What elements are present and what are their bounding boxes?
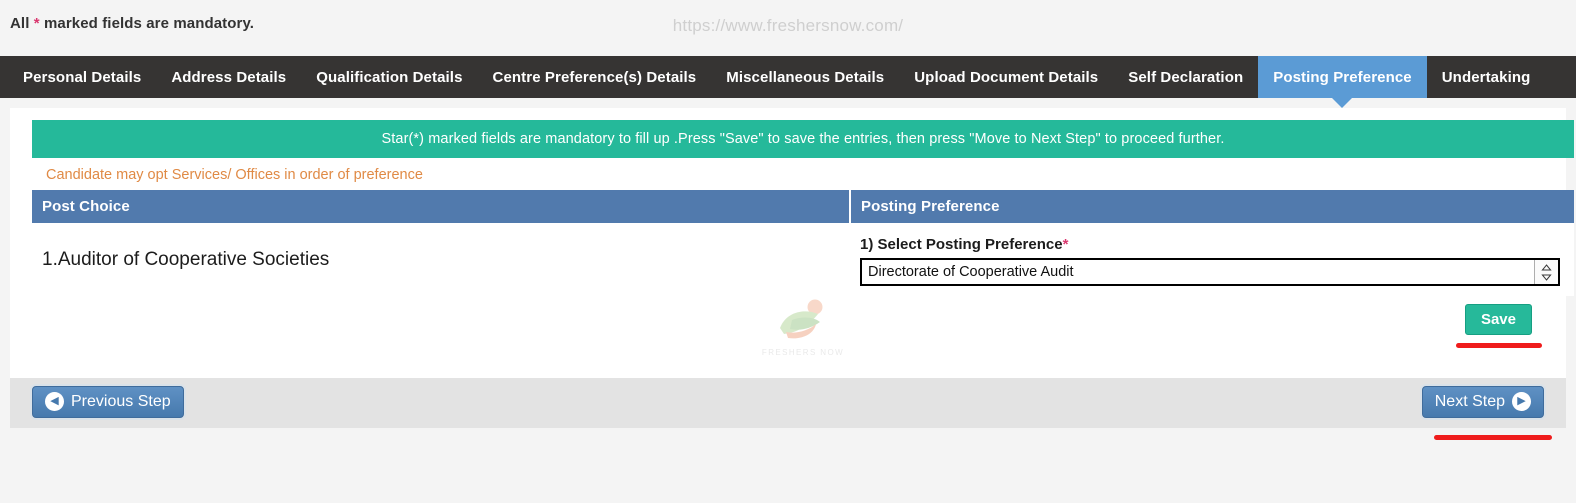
- posting-preference-label-text: 1) Select Posting Preference: [860, 236, 1063, 253]
- bird-logo-icon: [780, 299, 823, 339]
- save-button[interactable]: Save: [1464, 304, 1532, 335]
- tab-miscellaneous-details[interactable]: Miscellaneous Details: [711, 56, 899, 98]
- tab-label: Personal Details: [23, 68, 142, 86]
- posting-preference-select[interactable]: Directorate of Cooperative Audit: [860, 258, 1560, 286]
- tab-label: Undertaking: [1441, 68, 1531, 86]
- cell-post-choice: 1.Auditor of Cooperative Societies: [32, 223, 850, 296]
- watermark-label: FRESHERS NOW: [761, 348, 845, 357]
- wizard-footer: ◀ Previous Step Next Step ▶: [10, 378, 1566, 440]
- column-header-posting-preference: Posting Preference: [850, 190, 1574, 223]
- mandatory-fields-alert: Star(*) marked fields are mandatory to f…: [32, 120, 1574, 158]
- column-header-post-choice: Post Choice: [32, 190, 851, 223]
- tab-label: Self Declaration: [1128, 68, 1244, 86]
- tab-centre-preference-details[interactable]: Centre Preference(s) Details: [478, 56, 712, 98]
- previous-step-label: Previous Step: [71, 392, 171, 410]
- tab-self-declaration[interactable]: Self Declaration: [1113, 56, 1258, 98]
- tab-qualification-details[interactable]: Qualification Details: [301, 56, 477, 98]
- tab-label: Miscellaneous Details: [726, 68, 885, 86]
- posting-preference-table: Post Choice Posting Preference 1.Auditor…: [32, 190, 1574, 296]
- tab-upload-document-details[interactable]: Upload Document Details: [899, 56, 1113, 98]
- preference-order-hint: Candidate may opt Services/ Offices in o…: [46, 167, 423, 183]
- next-step-button[interactable]: Next Step ▶: [1421, 386, 1544, 418]
- table-head: Post Choice Posting Preference: [32, 190, 1574, 223]
- next-step-annotation-underline: [1434, 435, 1552, 440]
- save-button-annotation-underline: [1456, 343, 1542, 348]
- chevron-right-circle-icon: ▶: [1512, 392, 1531, 411]
- table-header-row: Post Choice Posting Preference: [32, 190, 1574, 223]
- chevron-left-circle-icon: ◀: [45, 392, 64, 411]
- next-step-label: Next Step: [1434, 392, 1505, 410]
- previous-step-button[interactable]: ◀ Previous Step: [32, 386, 184, 418]
- posting-preference-selected-value: Directorate of Cooperative Audit: [868, 264, 1074, 280]
- cell-posting-preference: 1) Select Posting Preference* Directorat…: [850, 223, 1574, 296]
- tab-undertaking[interactable]: Undertaking: [1427, 56, 1546, 98]
- active-tab-caret-icon: [1331, 97, 1354, 108]
- posting-preference-label: 1) Select Posting Preference*: [860, 236, 1564, 253]
- tab-label: Upload Document Details: [914, 68, 1099, 86]
- save-row: FRESHERS NOW Save: [32, 296, 1574, 378]
- posting-preference-panel: Star(*) marked fields are mandatory to f…: [10, 108, 1574, 378]
- tab-address-details[interactable]: Address Details: [156, 56, 301, 98]
- content-wrapper: Star(*) marked fields are mandatory to f…: [0, 98, 1576, 378]
- wizard-tab-bar: Personal Details Address Details Qualifi…: [0, 56, 1576, 108]
- site-url-watermark: https://www.freshersnow.com/: [672, 16, 904, 35]
- top-bar: All * marked fields are mandatory. https…: [0, 0, 1576, 56]
- tab-posting-preference[interactable]: Posting Preference: [1258, 56, 1427, 108]
- tab-label: Qualification Details: [316, 68, 463, 86]
- table-body: 1.Auditor of Cooperative Societies 1) Se…: [32, 223, 1574, 296]
- tab-label: Centre Preference(s) Details: [492, 68, 697, 86]
- asterisk-icon: *: [1062, 236, 1069, 253]
- tab-label: Posting Preference: [1273, 68, 1412, 86]
- updown-arrow-icon[interactable]: [1534, 260, 1558, 284]
- table-row: 1.Auditor of Cooperative Societies 1) Se…: [32, 223, 1574, 296]
- tab-personal-details[interactable]: Personal Details: [8, 56, 156, 98]
- tab-label: Address Details: [171, 68, 287, 86]
- freshersnow-watermark: FRESHERS NOW: [759, 298, 847, 357]
